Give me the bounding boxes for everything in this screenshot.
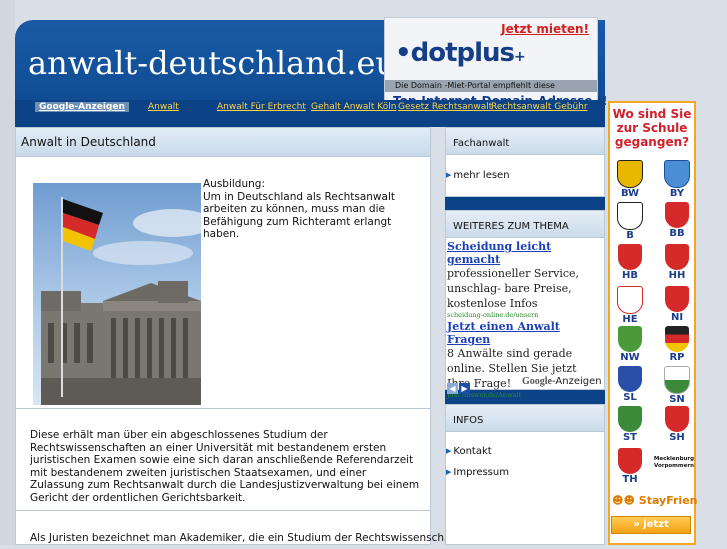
ad-title[interactable]: Scheidung leicht gemacht <box>447 240 595 266</box>
ausbildung-body: Um in Deutschland als Rechtsanwalt arbei… <box>203 190 395 241</box>
weiteres-heading: WEITERES ZUM THEMA <box>445 210 605 238</box>
nav-link-anwalt[interactable]: Anwalt <box>148 102 179 112</box>
nav-link-gebuehr[interactable]: Rechtsanwalt Gebühr <box>491 102 588 112</box>
people-icon: ☻☻ <box>612 494 639 507</box>
state-sh-icon[interactable]: SH <box>659 406 695 443</box>
arrow-right-icon: ▶ <box>446 468 452 476</box>
ad-title[interactable]: Jetzt einen Anwalt Fragen <box>447 320 595 346</box>
site-title[interactable]: anwalt-deutschland.eu <box>28 44 396 82</box>
nav-link-gehalt-koeln[interactable]: Gehalt Anwalt Köln <box>311 102 396 112</box>
arrow-right-icon: ▶ <box>446 171 452 179</box>
rent-link[interactable]: Jetzt mieten! <box>501 22 589 36</box>
google-ads-credit[interactable]: Google-Anzeigen <box>522 376 602 387</box>
state-rp-icon[interactable]: RP <box>659 326 695 363</box>
ad-url[interactable]: scheidung-online.de/unsern <box>447 311 595 319</box>
previous-ad-icon[interactable]: ◀ <box>447 383 458 394</box>
nav-link-erbrecht[interactable]: Anwalt Für Erbrecht <box>217 102 306 112</box>
state-sn-icon[interactable]: SN <box>659 366 695 405</box>
page-title: Anwalt in Deutschland <box>21 135 156 149</box>
state-nw-icon[interactable]: NW <box>612 326 648 363</box>
state-he-icon[interactable]: HE <box>612 286 648 325</box>
mehr-lesen-link[interactable]: ▶ mehr lesen <box>446 170 510 181</box>
nav-underbar <box>15 117 605 127</box>
google-ads-label: Google-Anzeigen <box>35 102 129 112</box>
reichstag-photo <box>33 183 201 405</box>
state-b-icon[interactable]: B <box>612 202 648 241</box>
state-bw-icon[interactable]: BW <box>612 160 648 199</box>
paragraph-juristen: Als Juristen bezeichnet man Akademiker, … <box>30 532 459 544</box>
paragraph-studium: Diese erhält man über ein abgeschlossene… <box>30 429 420 504</box>
state-bb-icon[interactable]: BB <box>659 202 695 239</box>
state-hb-icon[interactable]: HB <box>612 244 648 281</box>
kontakt-link[interactable]: ▶ Kontakt <box>446 446 492 457</box>
dotplus-strip: Die Domain -Miet-Portal empfiehlt diese <box>385 80 597 92</box>
nav-link-gesetz[interactable]: Gesetz Rechtsanwalt <box>398 102 492 112</box>
state-sl-icon[interactable]: SL <box>612 366 648 403</box>
ausbildung-heading: Ausbildung: <box>203 178 265 190</box>
next-ad-icon[interactable]: ▶ <box>459 383 470 394</box>
ad-pager: ◀ ▶ <box>447 376 471 395</box>
state-ni-icon[interactable]: NI <box>659 286 695 323</box>
dotplus-logo: •dotplus+ <box>395 38 526 68</box>
infos-heading: INFOS <box>445 404 605 432</box>
divider <box>15 510 431 511</box>
ad-nav-bar: Google-Anzeigen Anwalt Anwalt Für Erbrec… <box>15 100 605 117</box>
state-mv-icon[interactable]: Mecklenburg Vorpommern <box>652 450 696 486</box>
ausbildung-text: Ausbildung: Um in Deutschland als Rechts… <box>203 178 425 241</box>
search-now-button[interactable]: » jetzt suchen <box>611 516 691 546</box>
state-st-icon[interactable]: ST <box>612 406 648 443</box>
dotplus-ad[interactable]: Jetzt mieten! •dotplus+ Die Domain -Miet… <box>384 17 608 108</box>
ad-text: professioneller Service, unschlag- bare … <box>447 267 580 310</box>
state-th-icon[interactable]: TH <box>612 448 648 485</box>
stayfriends-question: Wo sind Sie zur Schule gegangen? <box>612 107 692 149</box>
state-hh-icon[interactable]: HH <box>659 244 695 281</box>
page-margin <box>697 101 727 545</box>
divider <box>15 408 431 409</box>
left-border <box>0 0 15 545</box>
impressum-link[interactable]: ▶ Impressum <box>446 467 509 478</box>
arrow-right-icon: ▶ <box>446 447 452 455</box>
fachanwalt-heading: Fachanwalt <box>445 127 605 155</box>
state-by-icon[interactable]: BY <box>659 160 695 199</box>
